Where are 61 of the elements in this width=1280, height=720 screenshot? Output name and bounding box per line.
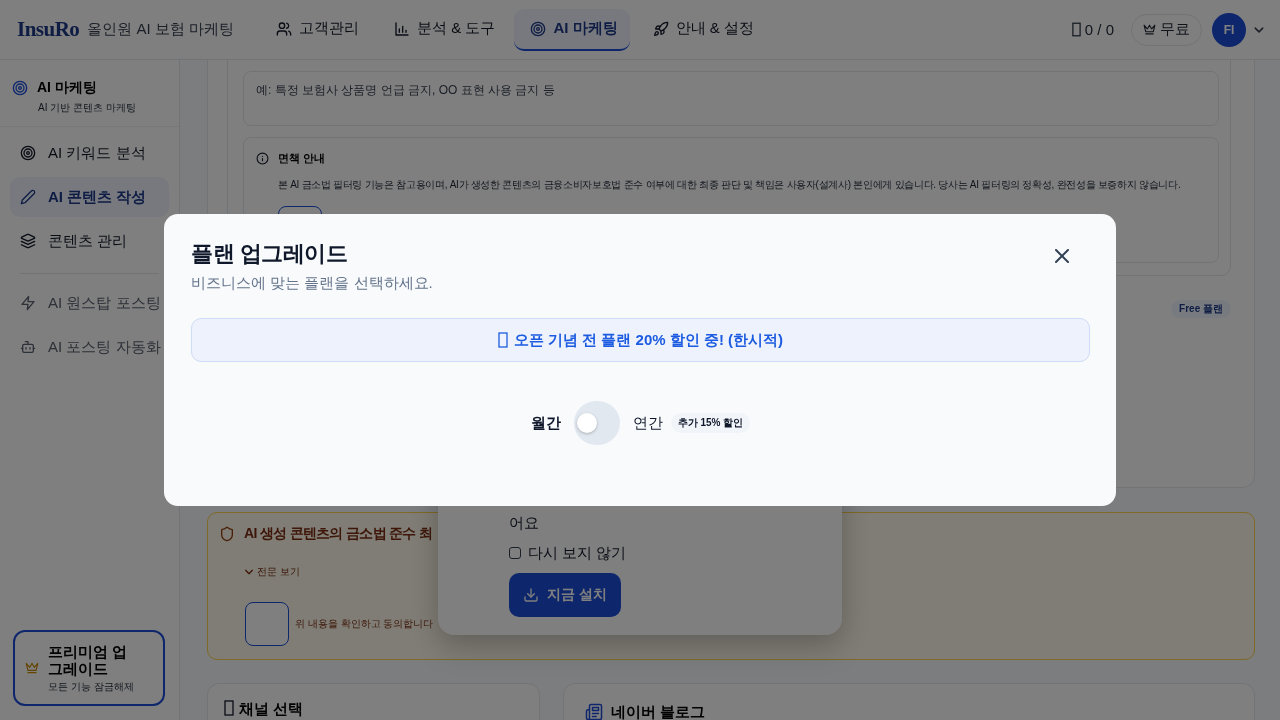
expand-link[interactable]: 전문 보기 bbox=[245, 566, 300, 578]
checkbox[interactable] bbox=[245, 602, 289, 646]
channel-title: 채널 선택 bbox=[239, 700, 304, 718]
target-icon bbox=[20, 145, 36, 161]
nav-tab[interactable]: 안내 & 설정 bbox=[636, 8, 766, 51]
lightning-icon bbox=[20, 295, 36, 311]
pencil-icon bbox=[20, 189, 36, 205]
logo[interactable]: InsuRo bbox=[17, 17, 80, 42]
input-field[interactable]: 예: 특정 보험사 상품명 언급 금지, OO 표현 사용 금지 등 bbox=[243, 71, 1219, 126]
crown-icon bbox=[1143, 23, 1156, 36]
robot-icon bbox=[20, 339, 36, 355]
nav-tab[interactable]: 분석 & 도구 bbox=[378, 8, 508, 51]
upgrade-title: 프리미엄 업그레이드 bbox=[48, 643, 129, 677]
plan-badge[interactable]: 무료 bbox=[1131, 13, 1202, 46]
compliance-title: AI 생성 콘텐츠의 금소법 준수 최 bbox=[244, 525, 433, 543]
install-text: 어요 bbox=[509, 513, 540, 533]
billing-toggle[interactable] bbox=[573, 401, 620, 445]
download-icon bbox=[523, 587, 539, 603]
tagline: 올인원 AI 보험 마케팅 bbox=[87, 20, 235, 39]
nav-tab[interactable]: 고객관리 bbox=[260, 8, 372, 51]
blog-title: 네이버 블로그 bbox=[611, 703, 706, 720]
users-icon bbox=[276, 20, 293, 37]
annual-label[interactable]: 연간 bbox=[632, 413, 663, 433]
chevron-down-icon bbox=[245, 569, 253, 575]
sidebar-item[interactable]: AI 콘텐츠 작성 bbox=[10, 177, 169, 217]
upgrade-subtitle: 모든 기능 잠금해제 bbox=[48, 681, 135, 693]
plan-badge: Free 플랜 bbox=[1171, 300, 1231, 318]
close-icon bbox=[1055, 249, 1069, 263]
crown-icon bbox=[25, 661, 39, 675]
promo-text: 오픈 기념 전 플랜 20% 할인 중! (한시적) bbox=[513, 330, 784, 350]
sidebar-item[interactable]: 콘텐츠 관리 bbox=[10, 221, 169, 261]
info-icon bbox=[256, 151, 269, 165]
disclaimer-text: 본 AI 금소법 필터링 기능은 참고용이며, AI가 생성한 콘텐츠의 금융소비자보호법 준수 여부에 대한 최종 판단 및 책임은 사용자(설계사) 본인에게 있습니다. 당사는 AI 필터링의 정확성, 완전성을 보증하지 않습니다. bbox=[277, 178, 1182, 192]
layers-icon bbox=[20, 233, 36, 249]
rocket-icon bbox=[652, 20, 669, 37]
shield-icon bbox=[219, 526, 235, 542]
credit-count: 0 / 0 bbox=[1084, 21, 1114, 38]
close-button[interactable] bbox=[1053, 247, 1071, 265]
bar-chart-icon bbox=[394, 20, 411, 37]
box-glyph-icon bbox=[1071, 22, 1081, 37]
dialog-subtitle: 비즈니스에 맞는 플랜을 선택하세요. bbox=[191, 273, 433, 293]
nav-tab[interactable]: AI 마케팅 bbox=[514, 8, 630, 51]
sidebar-item[interactable]: AI 키워드 분석 bbox=[10, 133, 169, 173]
sidebar-title: AI 마케팅 bbox=[37, 79, 97, 97]
agree-label: 위 내용을 확인하고 동의합니다 bbox=[295, 617, 434, 631]
install-button[interactable]: 지금 설치 bbox=[509, 573, 621, 617]
monthly-label[interactable]: 월간 bbox=[530, 413, 561, 433]
dont-show-label: 다시 보지 않기 bbox=[528, 543, 627, 563]
chevron-down-icon[interactable] bbox=[1254, 26, 1264, 33]
newspaper-icon bbox=[585, 703, 603, 720]
target-icon bbox=[12, 80, 28, 96]
sidebar-subtitle: AI 기반 콘텐츠 마케팅 bbox=[37, 102, 137, 114]
box-glyph-icon bbox=[497, 332, 508, 348]
disclaimer-title: 면책 안내 bbox=[278, 150, 326, 166]
box-glyph-icon bbox=[224, 700, 234, 716]
discount-badge: 추가 15% 할인 bbox=[670, 413, 751, 433]
avatar[interactable]: FI bbox=[1212, 12, 1246, 47]
dialog-title: 플랜 업그레이드 bbox=[191, 240, 349, 268]
upgrade-card[interactable]: 프리미엄 업그레이드 모든 기능 잠금해제 bbox=[13, 630, 165, 706]
checkbox[interactable] bbox=[509, 547, 521, 559]
target-icon bbox=[530, 20, 547, 37]
